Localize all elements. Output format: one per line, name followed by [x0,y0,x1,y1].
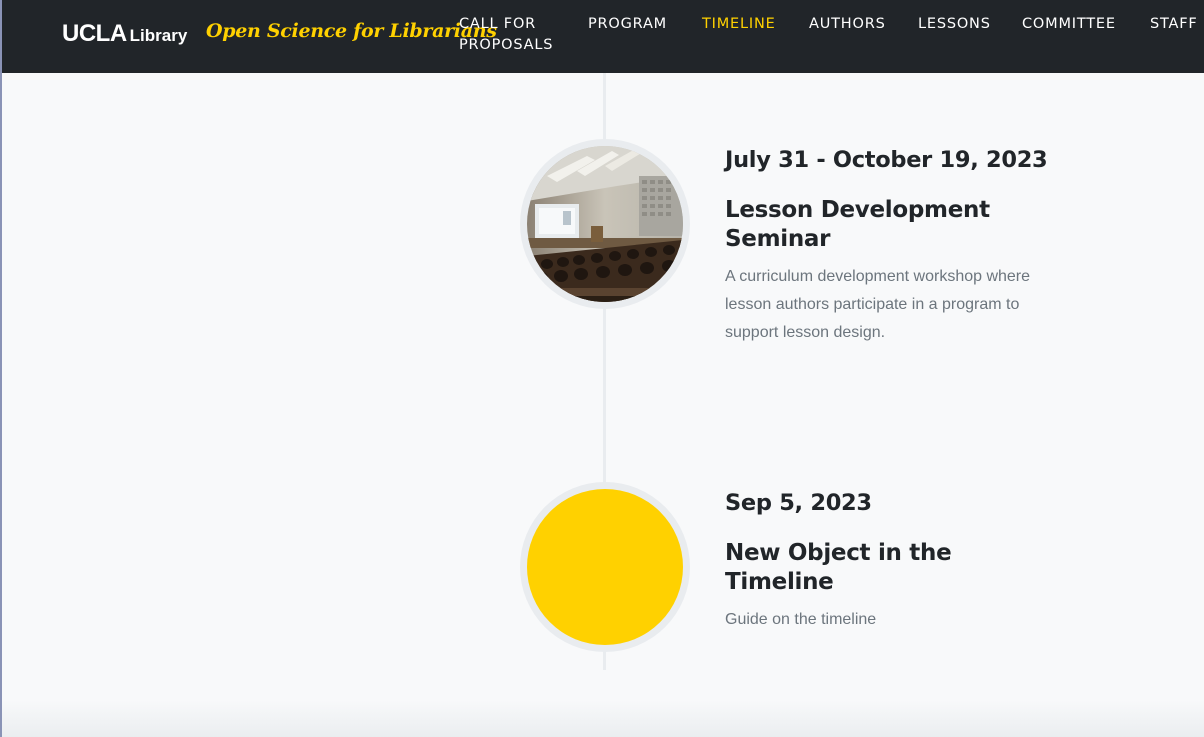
lecture-hall-image [527,146,683,302]
ucla-library-logo[interactable]: UCLA Library [62,20,187,48]
timeline-image-frame [520,482,690,652]
nav-item-committee[interactable]: COMMITTEE [1022,14,1116,35]
nav-item-program[interactable]: PROGRAM [588,14,667,35]
nav-item-authors[interactable]: AUTHORS [809,14,886,35]
logo-ucla-text: UCLA [62,20,127,47]
nav-item-call-for-proposals[interactable]: CALL FOR PROPOSALS [459,14,569,56]
navbar: UCLA Library Open Science for Librarians … [2,0,1204,73]
nav-item-timeline[interactable]: TIMELINE [702,14,776,35]
bottom-fade [2,700,1204,737]
timeline-item-date: July 31 - October 19, 2023 [725,147,1048,173]
timeline-item-title: New Object in the Timeline [725,540,952,595]
yellow-circle-image [527,489,683,645]
timeline-item-title: Lesson Development Seminar [725,197,990,252]
timeline-item-description: A curriculum development workshop where … [725,268,1031,341]
site-tagline[interactable]: Open Science for Librarians [206,20,497,42]
nav-item-staff[interactable]: STAFF [1150,14,1198,35]
timeline-image-frame [520,139,690,309]
timeline-item-date: Sep 5, 2023 [725,490,872,516]
logo-library-text: Library [129,26,188,45]
nav-item-lessons[interactable]: LESSONS [918,14,991,35]
timeline-item-description: Guide on the timeline [725,611,877,628]
page: UCLA Library Open Science for Librarians … [0,0,1204,737]
